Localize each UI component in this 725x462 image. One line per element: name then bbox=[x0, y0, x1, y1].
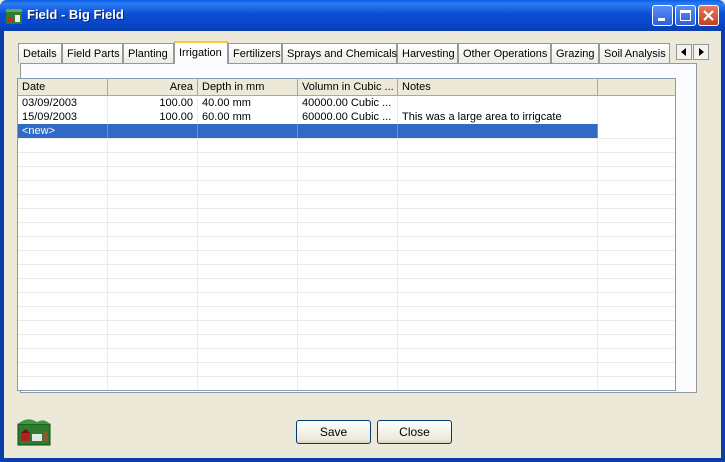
cell-volume[interactable]: 60000.00 Cubic ... bbox=[298, 110, 398, 124]
grid-rule bbox=[18, 208, 675, 209]
triangle-left-icon bbox=[681, 48, 686, 56]
cell-depth[interactable]: 40.00 mm bbox=[198, 96, 298, 110]
tab-scroll-left-button[interactable] bbox=[676, 44, 692, 60]
grid-divider bbox=[597, 96, 598, 390]
tab-sprays-and-chemicals[interactable]: Sprays and Chemicals bbox=[282, 43, 397, 63]
maximize-button[interactable] bbox=[675, 5, 696, 26]
triangle-right-icon bbox=[699, 48, 704, 56]
title-bar[interactable]: Field - Big Field bbox=[0, 0, 725, 31]
grid-rule bbox=[18, 152, 675, 153]
farm-logo-icon bbox=[17, 419, 51, 446]
column-header-depth[interactable]: Depth in mm bbox=[198, 79, 298, 96]
tab-scroll-right-button[interactable] bbox=[693, 44, 709, 60]
grid-rule bbox=[18, 250, 675, 251]
grid-rule bbox=[18, 278, 675, 279]
cell-volume[interactable] bbox=[298, 124, 398, 138]
grid-rule bbox=[18, 362, 675, 363]
save-button[interactable]: Save bbox=[296, 420, 371, 444]
grid-rule bbox=[18, 138, 675, 139]
grid-rule bbox=[18, 264, 675, 265]
cell-area[interactable] bbox=[108, 124, 198, 138]
close-button[interactable]: Close bbox=[377, 420, 452, 444]
grid-rule bbox=[18, 320, 675, 321]
grid-rule bbox=[18, 334, 675, 335]
cell-area[interactable]: 100.00 bbox=[108, 96, 198, 110]
grid-rule bbox=[18, 166, 675, 167]
column-header-notes[interactable]: Notes bbox=[398, 79, 598, 96]
column-header-volume[interactable]: Volumn in Cubic ... bbox=[298, 79, 398, 96]
grid-rule bbox=[18, 222, 675, 223]
window-title: Field - Big Field bbox=[27, 7, 124, 22]
cell-notes[interactable]: This was a large area to irrigcate bbox=[398, 110, 598, 124]
close-icon bbox=[703, 10, 714, 21]
grid-header: Date Area Depth in mm Volumn in Cubic ..… bbox=[18, 79, 675, 96]
table-row[interactable]: 03/09/2003 100.00 40.00 mm 40000.00 Cubi… bbox=[18, 96, 598, 110]
grid-rule bbox=[18, 194, 675, 195]
grid-divider bbox=[397, 96, 398, 390]
close-window-button[interactable] bbox=[698, 5, 719, 26]
grid-rule bbox=[18, 376, 675, 377]
cell-area[interactable]: 100.00 bbox=[108, 110, 198, 124]
tab-harvesting[interactable]: Harvesting bbox=[397, 43, 458, 63]
irrigation-grid[interactable]: Date Area Depth in mm Volumn in Cubic ..… bbox=[17, 78, 676, 391]
grid-divider bbox=[297, 96, 298, 390]
cell-depth[interactable] bbox=[198, 124, 298, 138]
client-area: Details Field Parts Planting Irrigation … bbox=[4, 31, 721, 458]
tab-irrigation[interactable]: Irrigation bbox=[174, 41, 228, 64]
tab-fertilizers[interactable]: Fertilizers bbox=[228, 43, 282, 63]
field-app-icon bbox=[6, 9, 22, 24]
column-header-date[interactable]: Date bbox=[18, 79, 108, 96]
grid-rule bbox=[18, 236, 675, 237]
tab-details[interactable]: Details bbox=[18, 43, 62, 63]
minimize-icon bbox=[658, 18, 665, 21]
column-header-area[interactable]: Area bbox=[108, 79, 198, 96]
tab-strip: Details Field Parts Planting Irrigation … bbox=[4, 41, 721, 64]
tab-grazing[interactable]: Grazing bbox=[551, 43, 599, 63]
cell-date[interactable]: 03/09/2003 bbox=[18, 96, 108, 110]
grid-rule bbox=[18, 292, 675, 293]
grid-divider bbox=[197, 96, 198, 390]
cell-notes[interactable] bbox=[398, 124, 598, 138]
cell-date[interactable]: 15/09/2003 bbox=[18, 110, 108, 124]
cell-notes[interactable] bbox=[398, 96, 598, 110]
grid-rule bbox=[18, 180, 675, 181]
tab-other-operations[interactable]: Other Operations bbox=[458, 43, 551, 63]
minimize-button[interactable] bbox=[652, 5, 673, 26]
maximize-icon bbox=[680, 10, 691, 21]
tab-planting[interactable]: Planting bbox=[123, 43, 174, 63]
table-row[interactable]: 15/09/2003 100.00 60.00 mm 60000.00 Cubi… bbox=[18, 110, 598, 124]
tab-soil-analysis[interactable]: Soil Analysis bbox=[599, 43, 670, 63]
cell-depth[interactable]: 60.00 mm bbox=[198, 110, 298, 124]
tab-field-parts[interactable]: Field Parts bbox=[62, 43, 123, 63]
grid-divider bbox=[107, 96, 108, 390]
grid-rule bbox=[18, 306, 675, 307]
application-window: Field - Big Field Details Field Parts Pl… bbox=[0, 0, 725, 462]
grid-rule bbox=[18, 348, 675, 349]
cell-volume[interactable]: 40000.00 Cubic ... bbox=[298, 96, 398, 110]
new-row[interactable]: <new> bbox=[18, 124, 598, 138]
new-row-label[interactable]: <new> bbox=[18, 124, 108, 138]
